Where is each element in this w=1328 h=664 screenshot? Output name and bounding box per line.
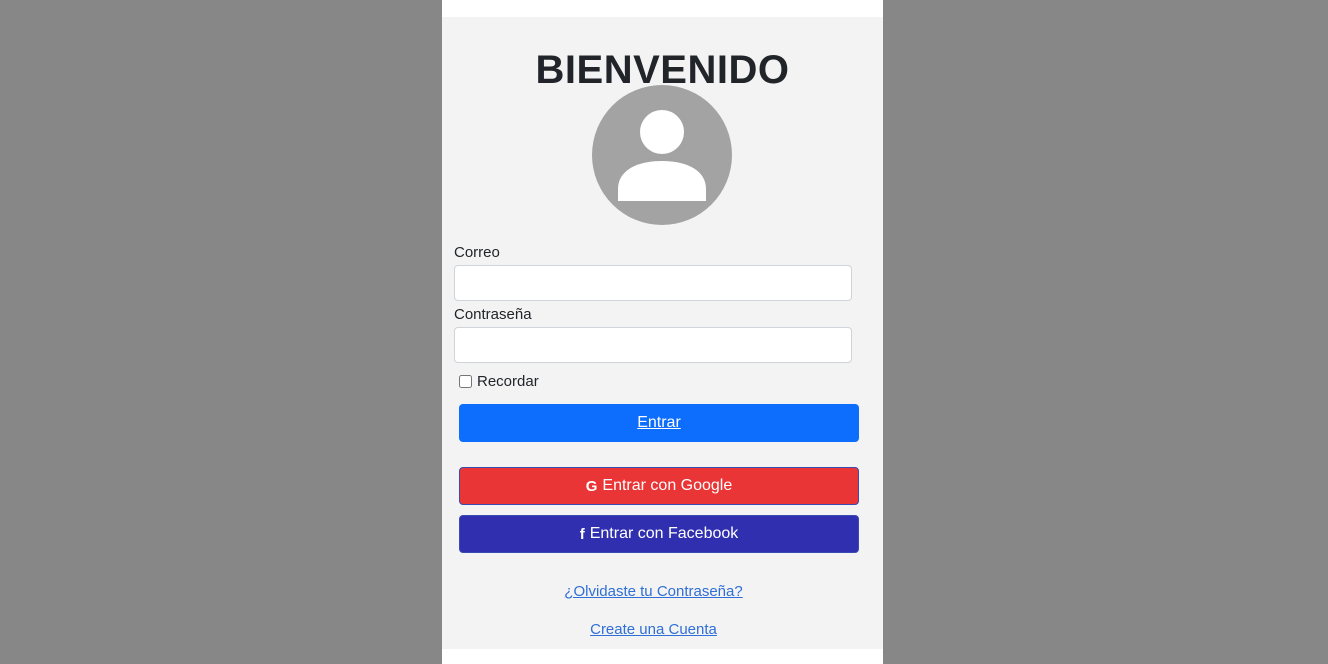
email-label: Correo [454,244,500,261]
password-label: Contraseña [454,306,532,323]
remember-label: Recordar [477,373,539,390]
google-login-button[interactable]: G Entrar con Google [459,467,859,505]
google-icon: G [585,477,598,495]
email-field[interactable] [454,265,852,301]
login-panel: BIENVENIDO Correo Contraseña Recordar En… [442,0,883,664]
password-field[interactable] [454,327,852,363]
facebook-login-label: Entrar con Facebook [589,525,739,542]
login-card: BIENVENIDO Correo Contraseña Recordar En… [442,17,883,649]
facebook-login-button[interactable]: f Entrar con Facebook [459,515,859,553]
login-button[interactable]: Entrar [459,404,859,442]
google-login-label: Entrar con Google [602,477,733,494]
user-avatar-icon [592,85,732,225]
remember-checkbox[interactable] [459,375,472,388]
facebook-icon: f [579,525,585,543]
forgot-password-link[interactable]: ¿Olvidaste tu Contraseña? [442,583,865,600]
remember-row: Recordar [459,373,539,390]
create-account-link[interactable]: Create una Cuenta [442,621,865,638]
